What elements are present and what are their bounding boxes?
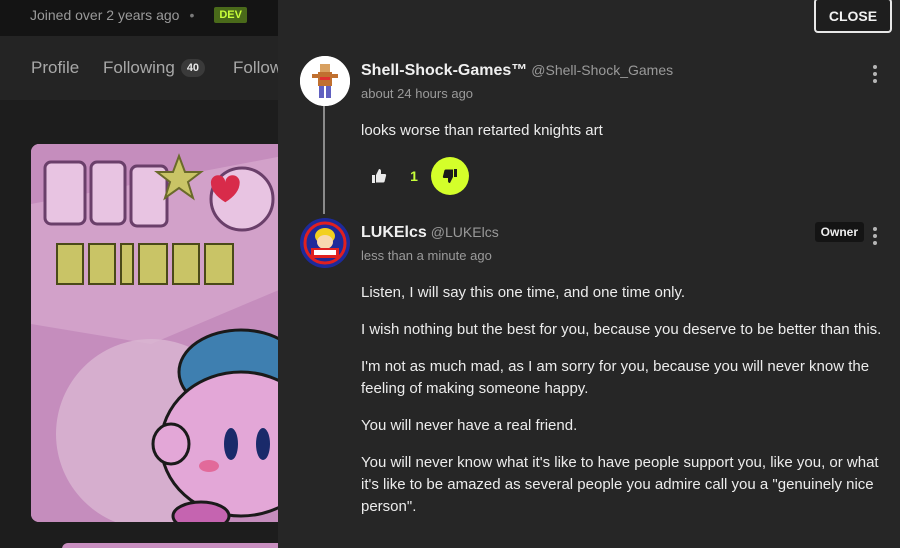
- author-handle[interactable]: @Shell-Shock_Games: [531, 62, 673, 78]
- dev-badge: DEV: [214, 7, 247, 23]
- comment-paragraph: looks worse than retarted knights art: [361, 122, 603, 139]
- vote-controls: 1: [361, 157, 469, 195]
- tab-profile[interactable]: Profile: [31, 58, 79, 78]
- game-thumbnail[interactable]: [31, 144, 293, 522]
- comment-body: looks worse than retarted knights art: [361, 120, 886, 157]
- comment-paragraph: You will never know what it's like to ha…: [361, 454, 879, 515]
- comments-panel: CLOSE Shell-Shock-Games™ @Shell-Shock_Gam…: [278, 0, 900, 548]
- more-options-icon[interactable]: [870, 227, 880, 245]
- following-count: 40: [180, 59, 206, 77]
- avatar-image: [300, 218, 350, 268]
- avatar[interactable]: [300, 218, 350, 268]
- thread-line: [323, 104, 325, 214]
- joined-text: Joined over 2 years ago: [30, 7, 180, 23]
- owner-badge: Owner: [814, 222, 864, 242]
- avatar[interactable]: [300, 56, 350, 106]
- tab-followers-label: Follow: [233, 58, 283, 77]
- game-art-image: [31, 144, 293, 522]
- vote-count: 1: [410, 168, 418, 184]
- joined-info: Joined over 2 years ago • DEV: [30, 7, 247, 23]
- comment-author[interactable]: Shell-Shock-Games™ @Shell-Shock_Games: [361, 62, 673, 80]
- game-thumbnail-2[interactable]: [62, 543, 292, 548]
- tab-profile-label: Profile: [31, 58, 80, 77]
- thumbs-up-icon[interactable]: [361, 158, 397, 194]
- comment-paragraph: I'm not as much mad, as I am sorry for y…: [361, 358, 870, 397]
- comment-paragraph: Listen, I will say this one time, and on…: [361, 284, 686, 301]
- comment-paragraph: I wish nothing but the best for you, bec…: [361, 321, 882, 338]
- comment-timestamp[interactable]: less than a minute ago: [361, 248, 492, 263]
- comment-body: Listen, I will say this one time, and on…: [361, 282, 886, 533]
- tab-followers[interactable]: Follow: [233, 58, 282, 78]
- author-name[interactable]: Shell-Shock-Games™: [361, 62, 527, 79]
- close-button[interactable]: CLOSE: [814, 0, 892, 33]
- separator-dot: •: [189, 7, 195, 23]
- comment-timestamp[interactable]: about 24 hours ago: [361, 86, 473, 101]
- more-options-icon[interactable]: [870, 65, 880, 83]
- tab-following-label: Following: [103, 58, 175, 77]
- author-handle[interactable]: @LUKElcs: [431, 224, 499, 240]
- tab-following[interactable]: Following 40: [103, 58, 206, 78]
- comment-paragraph: You will never have a real friend.: [361, 417, 578, 434]
- thumbs-down-icon[interactable]: [431, 157, 469, 195]
- author-name[interactable]: LUKElcs: [361, 224, 427, 241]
- comment-author[interactable]: LUKElcs @LUKElcs: [361, 224, 499, 242]
- avatar-image: [300, 56, 350, 106]
